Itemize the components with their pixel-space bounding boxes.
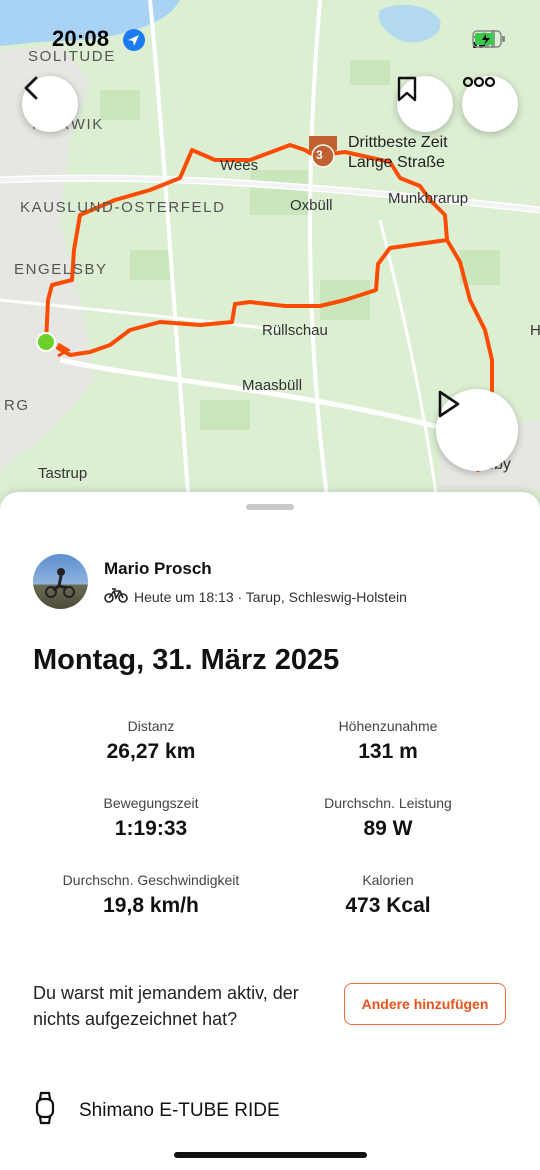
map-label-oxbull: Oxbüll [290,197,333,214]
more-options-button[interactable] [462,76,518,132]
stat-avg-power: Durchschn. Leistung 89 W [268,795,508,841]
avatar[interactable] [33,554,88,609]
stat-label: Durchschn. Geschwindigkeit [62,872,240,888]
stat-label: Distanz [127,718,175,734]
tag-others-prompt: Du warst mit jemandem aktiv, der nichts … [33,983,299,1029]
activity-meta: Heute um 18:13 · Tarup, Schleswig-Holste… [104,587,407,606]
device-row[interactable]: Shimano E-TUBE RIDE [33,1090,280,1132]
map-label-h: H [530,322,540,339]
map-label-maasbull: Maasbüll [242,377,303,394]
stat-value: 26,27 km [106,740,196,763]
stat-value: 473 Kcal [345,894,431,917]
activity-title: Montag, 31. März 2025 [33,644,340,676]
segment-rank: 3 [316,148,323,162]
play-flyover-button[interactable] [436,389,518,471]
sheet-drag-handle[interactable] [246,504,294,510]
map-label-tastrup: Tastrup [38,465,88,482]
stat-label: Kalorien [362,872,414,888]
back-button[interactable] [22,76,78,132]
stat-calories: Kalorien 473 Kcal [268,872,508,918]
watch-icon [33,1090,57,1132]
bookmark-button[interactable] [397,76,453,132]
map-label-munkbrarup: Munkbrarup [388,190,469,207]
map-label-rullschau: Rüllschau [262,322,328,339]
add-others-button[interactable]: Andere hinzufügen [344,983,506,1025]
map-label-kauslund: KAUSLUND-OSTERFELD [20,199,226,216]
stat-label: Durchschn. Leistung [324,795,452,811]
stat-value: 89 W [363,817,413,840]
segment-name[interactable]: Lange Straße [348,154,445,172]
map-label-wees: Wees [220,157,259,174]
stat-label: Höhenzunahme [338,718,438,734]
athlete-name[interactable]: Mario Prosch [104,559,212,579]
stat-avg-speed: Durchschn. Geschwindigkeit 19,8 km/h [31,872,271,918]
stat-value: 19,8 km/h [103,894,199,917]
route-map[interactable]: SOLITUDE MÜRWIK KAUSLUND-OSTERFELD ENGEL… [0,0,540,520]
status-bar: 20:08 [0,26,540,56]
activity-meta-text: Heute um 18:13 · Tarup, Schleswig-Holste… [134,588,407,605]
stat-label: Bewegungszeit [103,795,199,811]
home-indicator[interactable] [174,1152,367,1158]
stat-moving-time: Bewegungszeit 1:19:33 [31,795,271,841]
activity-sheet: Mario Prosch Heute um 18:13 · Tarup, Sch… [0,492,540,1170]
stat-distance: Distanz 26,27 km [31,718,271,764]
device-name: Shimano E-TUBE RIDE [79,1100,280,1121]
stat-value: 131 m [358,740,418,763]
medal-icon [309,136,337,168]
map-label-rg: RG [4,397,30,414]
stat-elevation-gain: Höhenzunahme 131 m [268,718,508,764]
map-label-engelsby: ENGELSBY [14,261,108,278]
stat-value: 1:19:33 [114,817,188,840]
segment-achievement[interactable]: Drittbeste Zeit [348,134,448,152]
bike-icon [104,587,128,606]
status-time: 20:08 [52,26,110,51]
